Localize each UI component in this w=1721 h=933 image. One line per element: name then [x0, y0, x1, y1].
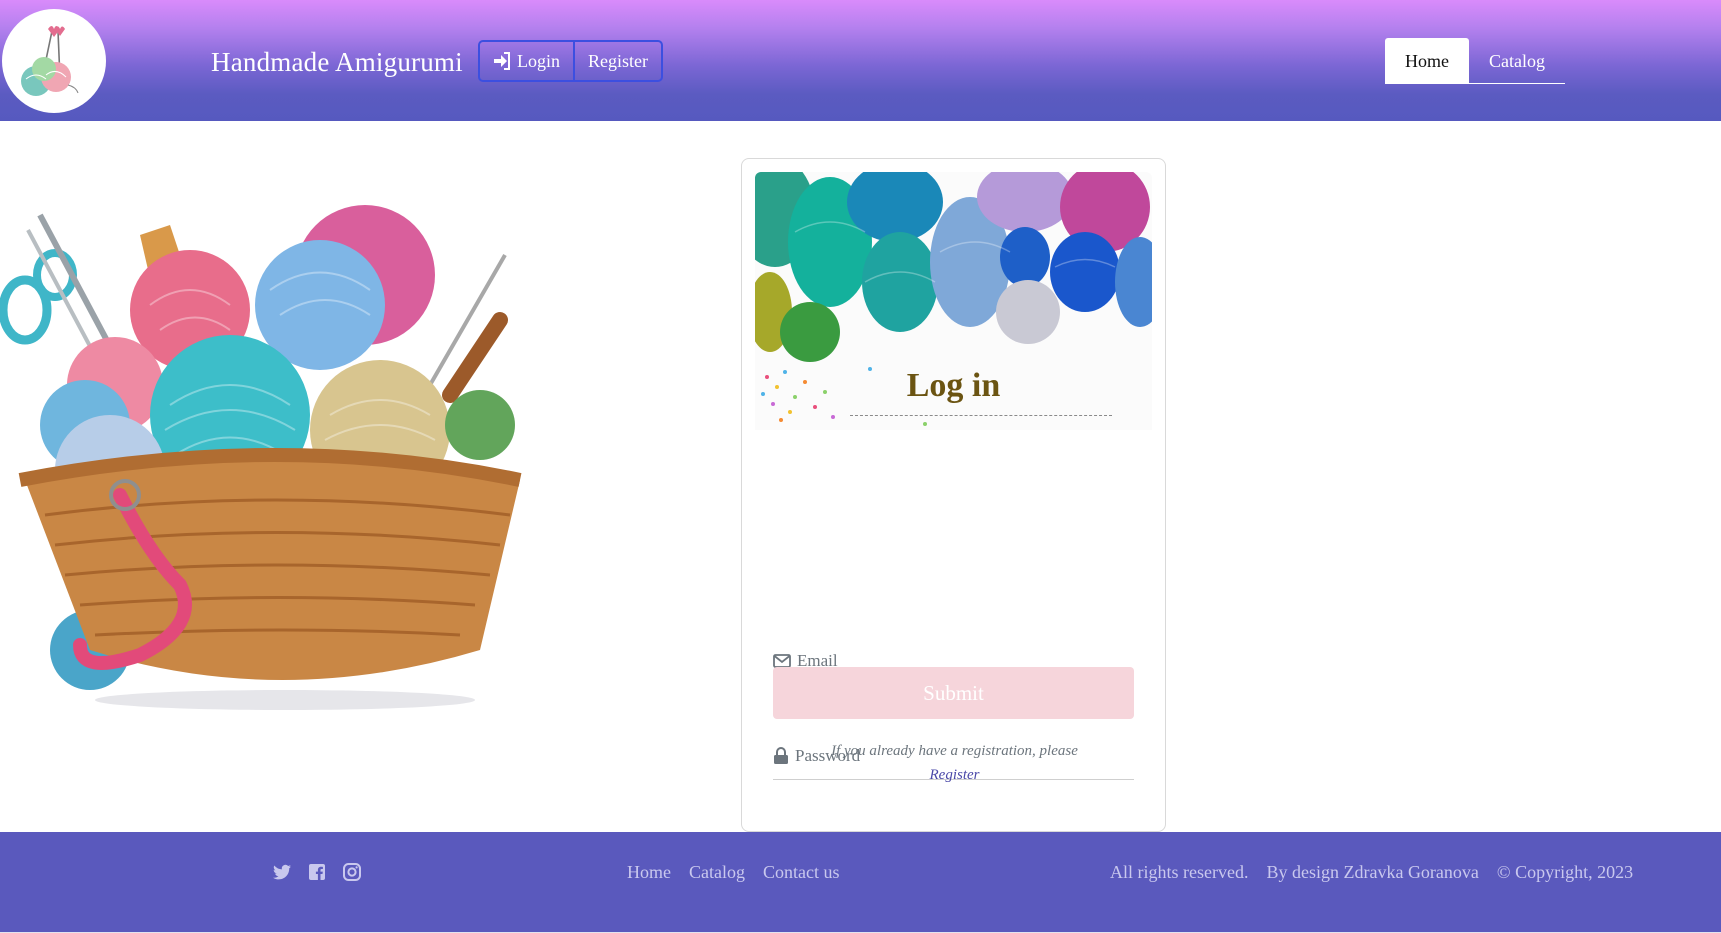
sign-in-icon — [494, 52, 510, 70]
nav-item-home[interactable]: Home — [1385, 38, 1469, 84]
site-footer: Home Catalog Contact us All rights reser… — [0, 832, 1721, 933]
designer-text: By design Zdravka Goranova — [1266, 862, 1479, 882]
login-button[interactable]: Login — [480, 42, 575, 80]
footer-link-home[interactable]: Home — [627, 862, 671, 883]
footer-link-contact[interactable]: Contact us — [763, 862, 840, 883]
footer-credits: All rights reserved. By design Zdravka G… — [1110, 862, 1633, 883]
site-logo[interactable] — [2, 9, 106, 113]
register-note-text: If you already have a registration, plea… — [831, 743, 1078, 759]
footer-links: Home Catalog Contact us — [627, 862, 840, 883]
brand-title[interactable]: Handmade Amigurumi — [211, 47, 463, 78]
nav-item-catalog[interactable]: Catalog — [1469, 38, 1565, 84]
register-note: If you already have a registration, plea… — [742, 739, 1167, 787]
register-label: Register — [588, 50, 648, 71]
instagram-icon[interactable] — [342, 862, 362, 882]
login-label: Login — [517, 50, 560, 71]
auth-buttons: Login Register — [478, 40, 663, 82]
footer-link-catalog[interactable]: Catalog — [689, 862, 745, 883]
login-card: Log in Submit If you already have a regi… — [741, 158, 1166, 832]
copyright-text: © Copyright, 2023 — [1496, 862, 1634, 882]
yarn-banner-image: Log in — [755, 172, 1152, 430]
register-link[interactable]: Register — [930, 767, 980, 783]
social-links — [272, 862, 362, 882]
rights-text: All rights reserved. — [1110, 862, 1249, 882]
facebook-icon[interactable] — [307, 862, 327, 882]
title-divider — [850, 415, 1112, 416]
login-title: Log in — [906, 367, 1001, 404]
submit-button[interactable]: Submit — [773, 667, 1134, 719]
yarn-logo-icon — [21, 26, 79, 96]
main-nav: Home Catalog — [1385, 38, 1565, 84]
yarn-basket-illustration — [0, 205, 522, 710]
register-button[interactable]: Register — [575, 42, 661, 80]
twitter-icon[interactable] — [272, 862, 292, 882]
site-header: Handmade Amigurumi Login Register Home C… — [0, 0, 1721, 121]
